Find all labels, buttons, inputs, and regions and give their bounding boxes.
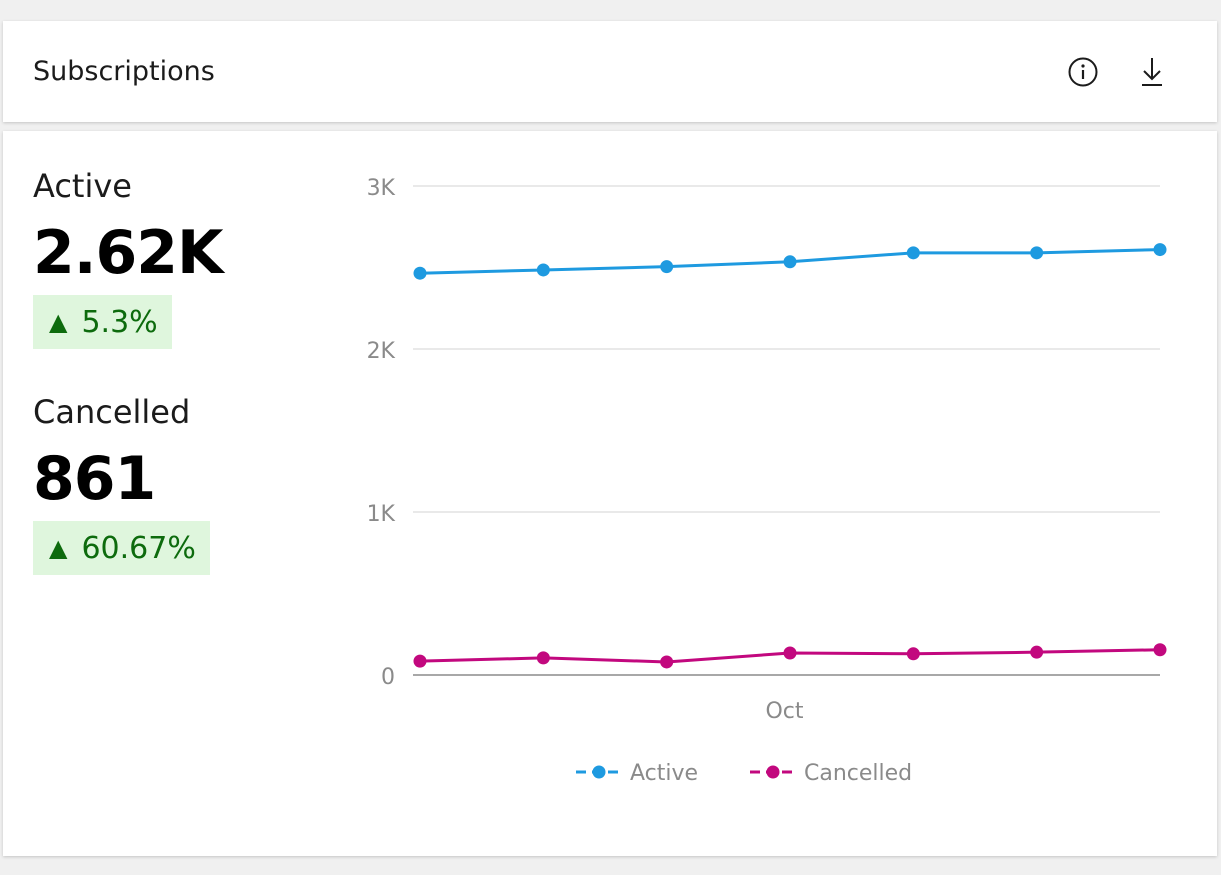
data-point-active [906,246,920,260]
data-point-active [660,260,674,274]
legend-label: Active [630,761,698,786]
data-point-cancelled [413,654,427,668]
info-icon[interactable] [1066,55,1100,89]
legend-label: Cancelled [804,761,912,786]
x-axis-label: Oct [765,699,803,724]
subscriptions-card: Active 2.62K ▲ 5.3% Cancelled 861 ▲ 60.6… [3,131,1217,856]
y-tick-label: 0 [381,665,395,690]
data-point-active [1153,243,1167,257]
data-point-active [413,266,427,280]
data-point-cancelled [660,655,674,669]
data-point-cancelled [1153,643,1167,657]
y-tick-label: 2K [367,339,396,364]
y-tick-label: 1K [367,502,396,527]
data-point-cancelled [1030,645,1044,659]
y-tick-label: 3K [367,176,396,201]
line-chart: 0 1K 2K 3K Oct Active Cancelled [367,176,1167,786]
header-card: Subscriptions [3,21,1217,122]
data-point-cancelled [536,651,550,665]
legend-marker [766,765,780,779]
legend-marker [592,765,606,779]
data-point-cancelled [783,646,797,660]
data-point-active [783,255,797,269]
data-point-cancelled [906,647,920,661]
data-point-active [1030,246,1044,260]
data-point-active [536,263,550,277]
download-icon[interactable] [1135,55,1169,89]
card-title: Subscriptions [33,56,215,87]
